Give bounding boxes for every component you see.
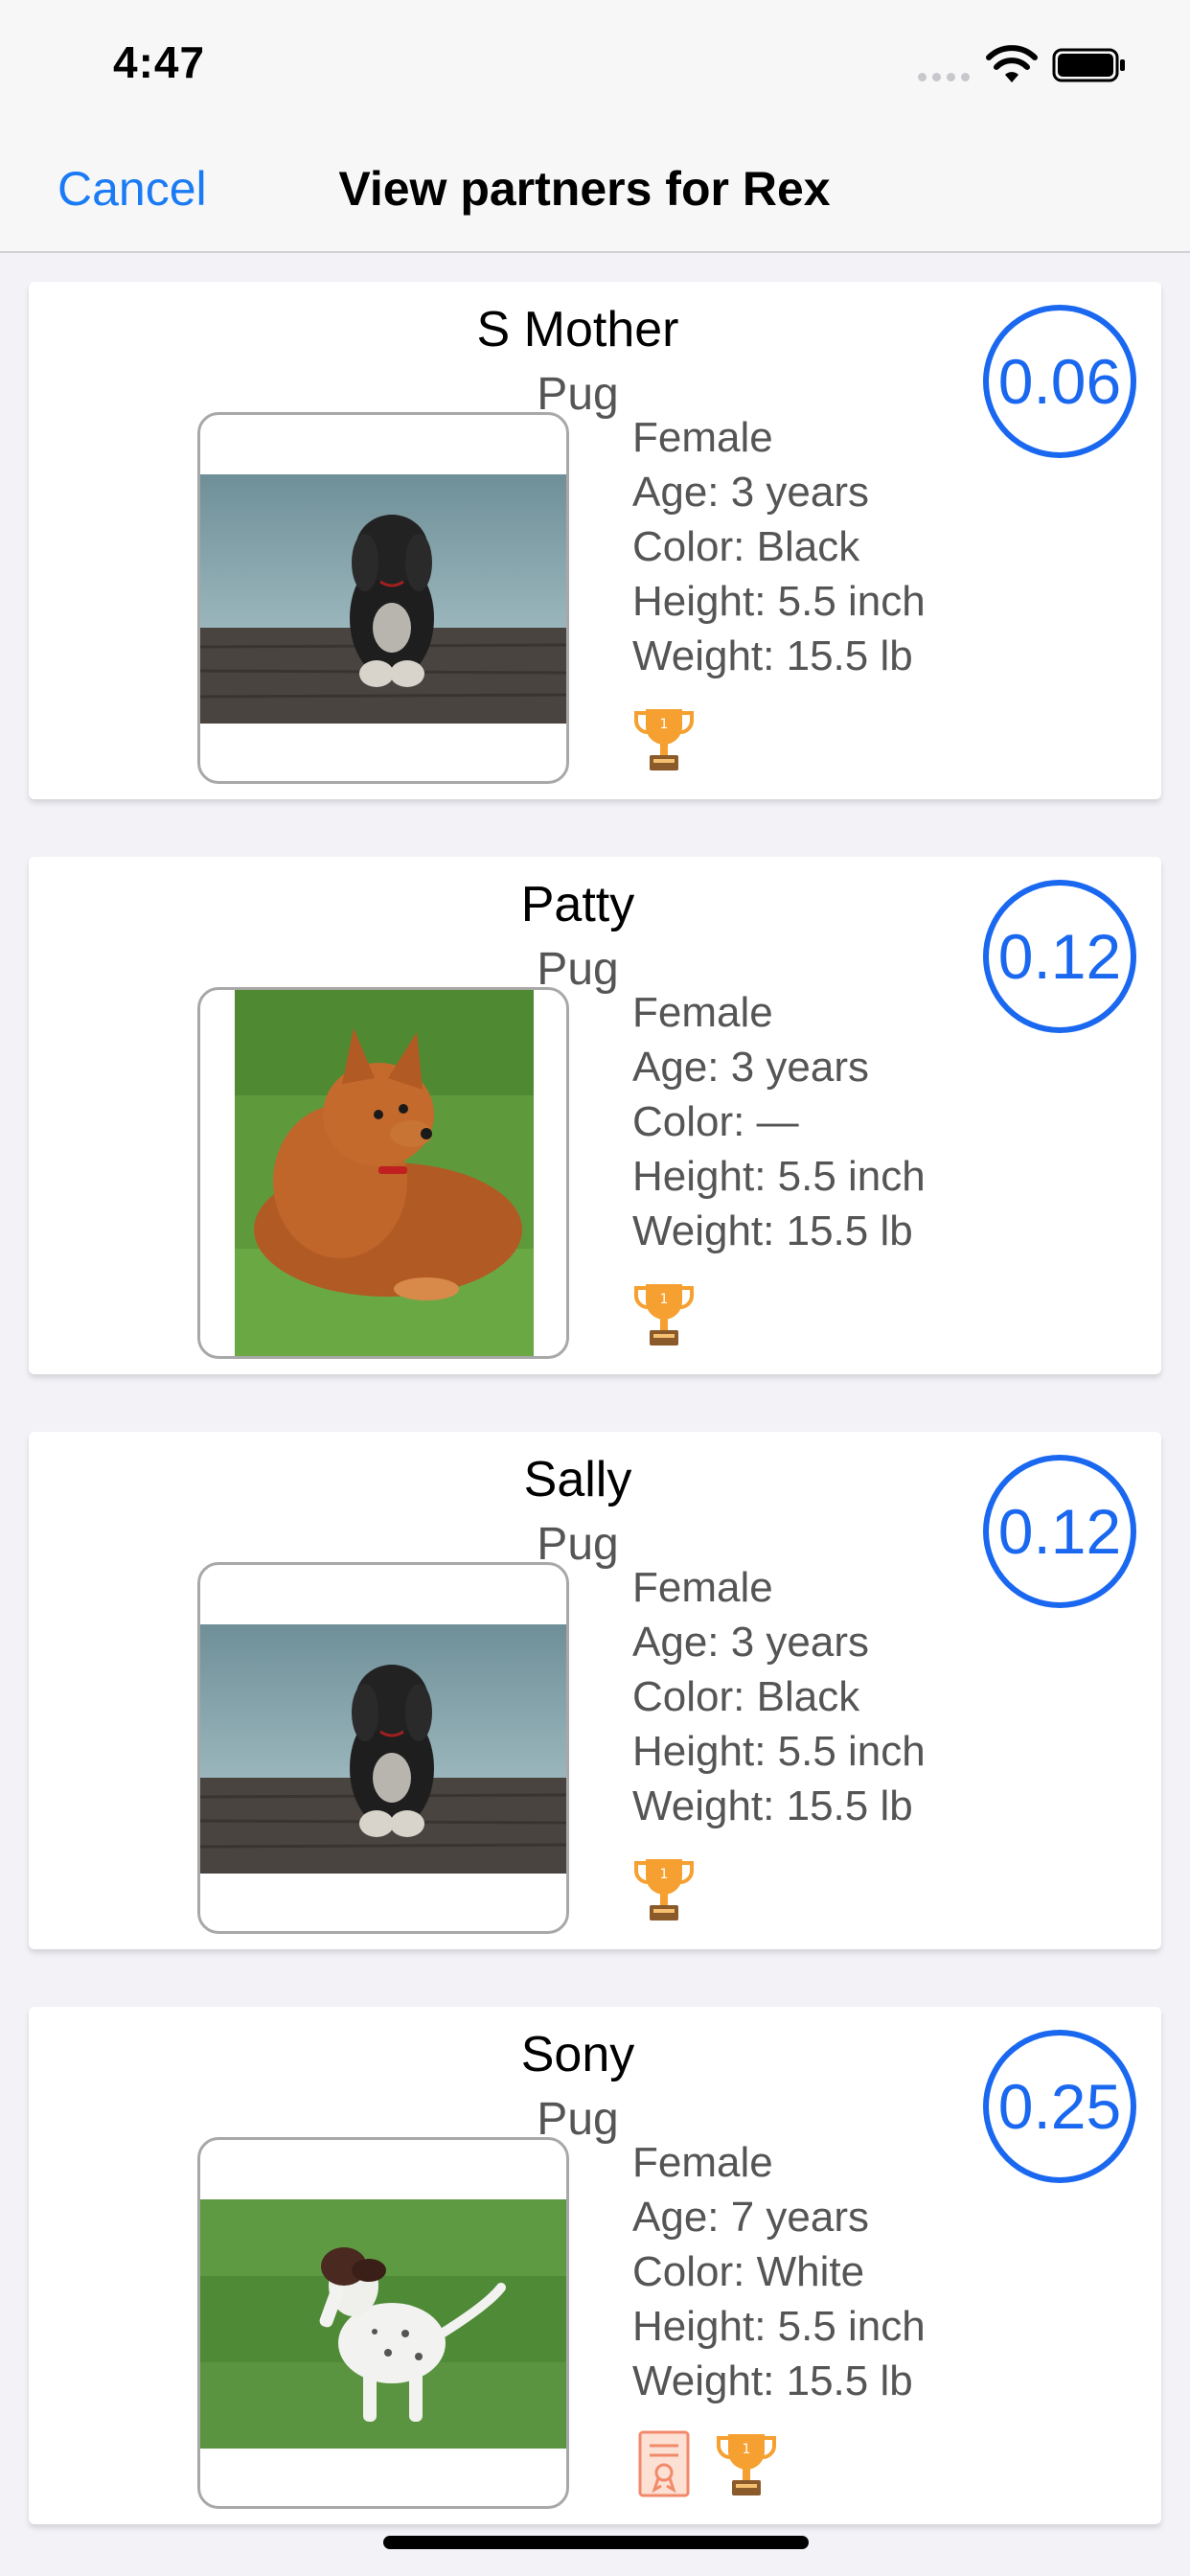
partner-photo[interactable] — [197, 987, 569, 1359]
partner-sex: Female — [632, 989, 773, 1036]
navigation-bar: Cancel View partners for Rex — [0, 134, 1190, 253]
partner-height: Height: 5.5 inch — [632, 578, 926, 625]
partner-name-text: Patty — [520, 877, 635, 932]
partner-name-text: Sally — [523, 1452, 632, 1507]
battery-icon — [1052, 48, 1125, 82]
match-score[interactable]: 0.12 — [983, 1455, 1136, 1608]
partner-color: Color: — — [632, 1098, 799, 1145]
partner-card[interactable]: Sony Pug Female Age: 7 years Color: Whit… — [29, 2007, 1161, 2524]
partner-weight: Weight: 15.5 lb — [632, 2358, 913, 2404]
page-title: View partners for Rex — [0, 161, 1190, 217]
match-score[interactable]: 0.12 — [983, 880, 1136, 1033]
partner-sex: Female — [632, 414, 773, 461]
partner-age: Age: 3 years — [632, 469, 870, 516]
partner-height: Height: 5.5 inch — [632, 1728, 926, 1775]
partner-weight: Weight: 15.5 lb — [632, 1782, 913, 1829]
dog-photo-orange — [235, 990, 534, 1356]
partner-color: Color: Black — [632, 523, 860, 570]
screen: 4:47 Cancel View partners for Rex S Moth… — [0, 0, 1190, 2576]
partner-height: Height: 5.5 inch — [632, 1153, 926, 1200]
dog-photo-black — [200, 1624, 566, 1874]
dog-photo-black — [200, 474, 566, 724]
partner-name-text: Sony — [520, 2027, 635, 2082]
partner-list[interactable]: S Mother Pug Female Age: 3 years Color: … — [0, 253, 1190, 2576]
partner-age: Age: 3 years — [632, 1619, 870, 1666]
partner-photo[interactable] — [197, 1562, 569, 1934]
partner-awards: 1 — [632, 1853, 696, 1924]
partner-sex: Female — [632, 1564, 773, 1611]
trophy-icon: 1 — [634, 1284, 694, 1346]
partner-age: Age: 3 years — [632, 1044, 870, 1091]
partner-weight: Weight: 15.5 lb — [632, 1208, 913, 1254]
svg-text:1: 1 — [743, 2442, 751, 2457]
match-score[interactable]: 0.25 — [983, 2030, 1136, 2183]
partner-color: Color: White — [632, 2248, 865, 2295]
partner-card[interactable]: Patty Pug Female Age: 3 years Color: — H… — [29, 857, 1161, 1374]
partner-details: Female Age: 3 years Color: Black Height:… — [632, 410, 926, 683]
partner-age: Age: 7 years — [632, 2194, 870, 2241]
partner-card[interactable]: Sally Pug Female Age: 3 years Color: Bla… — [29, 1432, 1161, 1949]
partner-details: Female Age: 7 years Color: White Height:… — [632, 2135, 926, 2408]
home-indicator[interactable] — [383, 2536, 809, 2549]
partner-weight: Weight: 15.5 lb — [632, 632, 913, 679]
partner-color: Color: Black — [632, 1673, 860, 1720]
partner-photo[interactable] — [197, 412, 569, 784]
partner-height: Height: 5.5 inch — [632, 2303, 926, 2350]
certificate-icon — [638, 2430, 690, 2497]
status-bar: 4:47 — [0, 0, 1190, 134]
partner-awards: 1 — [632, 703, 696, 774]
svg-text:1: 1 — [660, 717, 669, 732]
status-time: 4:47 — [113, 37, 206, 87]
partner-details: Female Age: 3 years Color: — Height: 5.5… — [632, 985, 926, 1258]
partner-card[interactable]: S Mother Pug Female Age: 3 years Color: … — [29, 282, 1161, 799]
page-title-text: View partners for Rex — [338, 162, 831, 216]
dog-photo-white — [200, 2199, 566, 2449]
partner-details: Female Age: 3 years Color: Black Height:… — [632, 1560, 926, 1833]
svg-text:1: 1 — [660, 1867, 669, 1882]
trophy-icon: 1 — [717, 2434, 776, 2496]
trophy-icon: 1 — [634, 709, 694, 770]
trophy-icon: 1 — [634, 1859, 694, 1920]
svg-text:1: 1 — [660, 1292, 669, 1307]
wifi-icon — [986, 45, 1038, 82]
match-score[interactable]: 0.06 — [983, 305, 1136, 458]
partner-photo[interactable] — [197, 2137, 569, 2509]
cellular-signal-icon — [918, 73, 970, 81]
partner-awards: 1 — [632, 2428, 778, 2499]
partner-name-text: S Mother — [476, 302, 679, 357]
partner-awards: 1 — [632, 1278, 696, 1349]
partner-sex: Female — [632, 2139, 773, 2186]
